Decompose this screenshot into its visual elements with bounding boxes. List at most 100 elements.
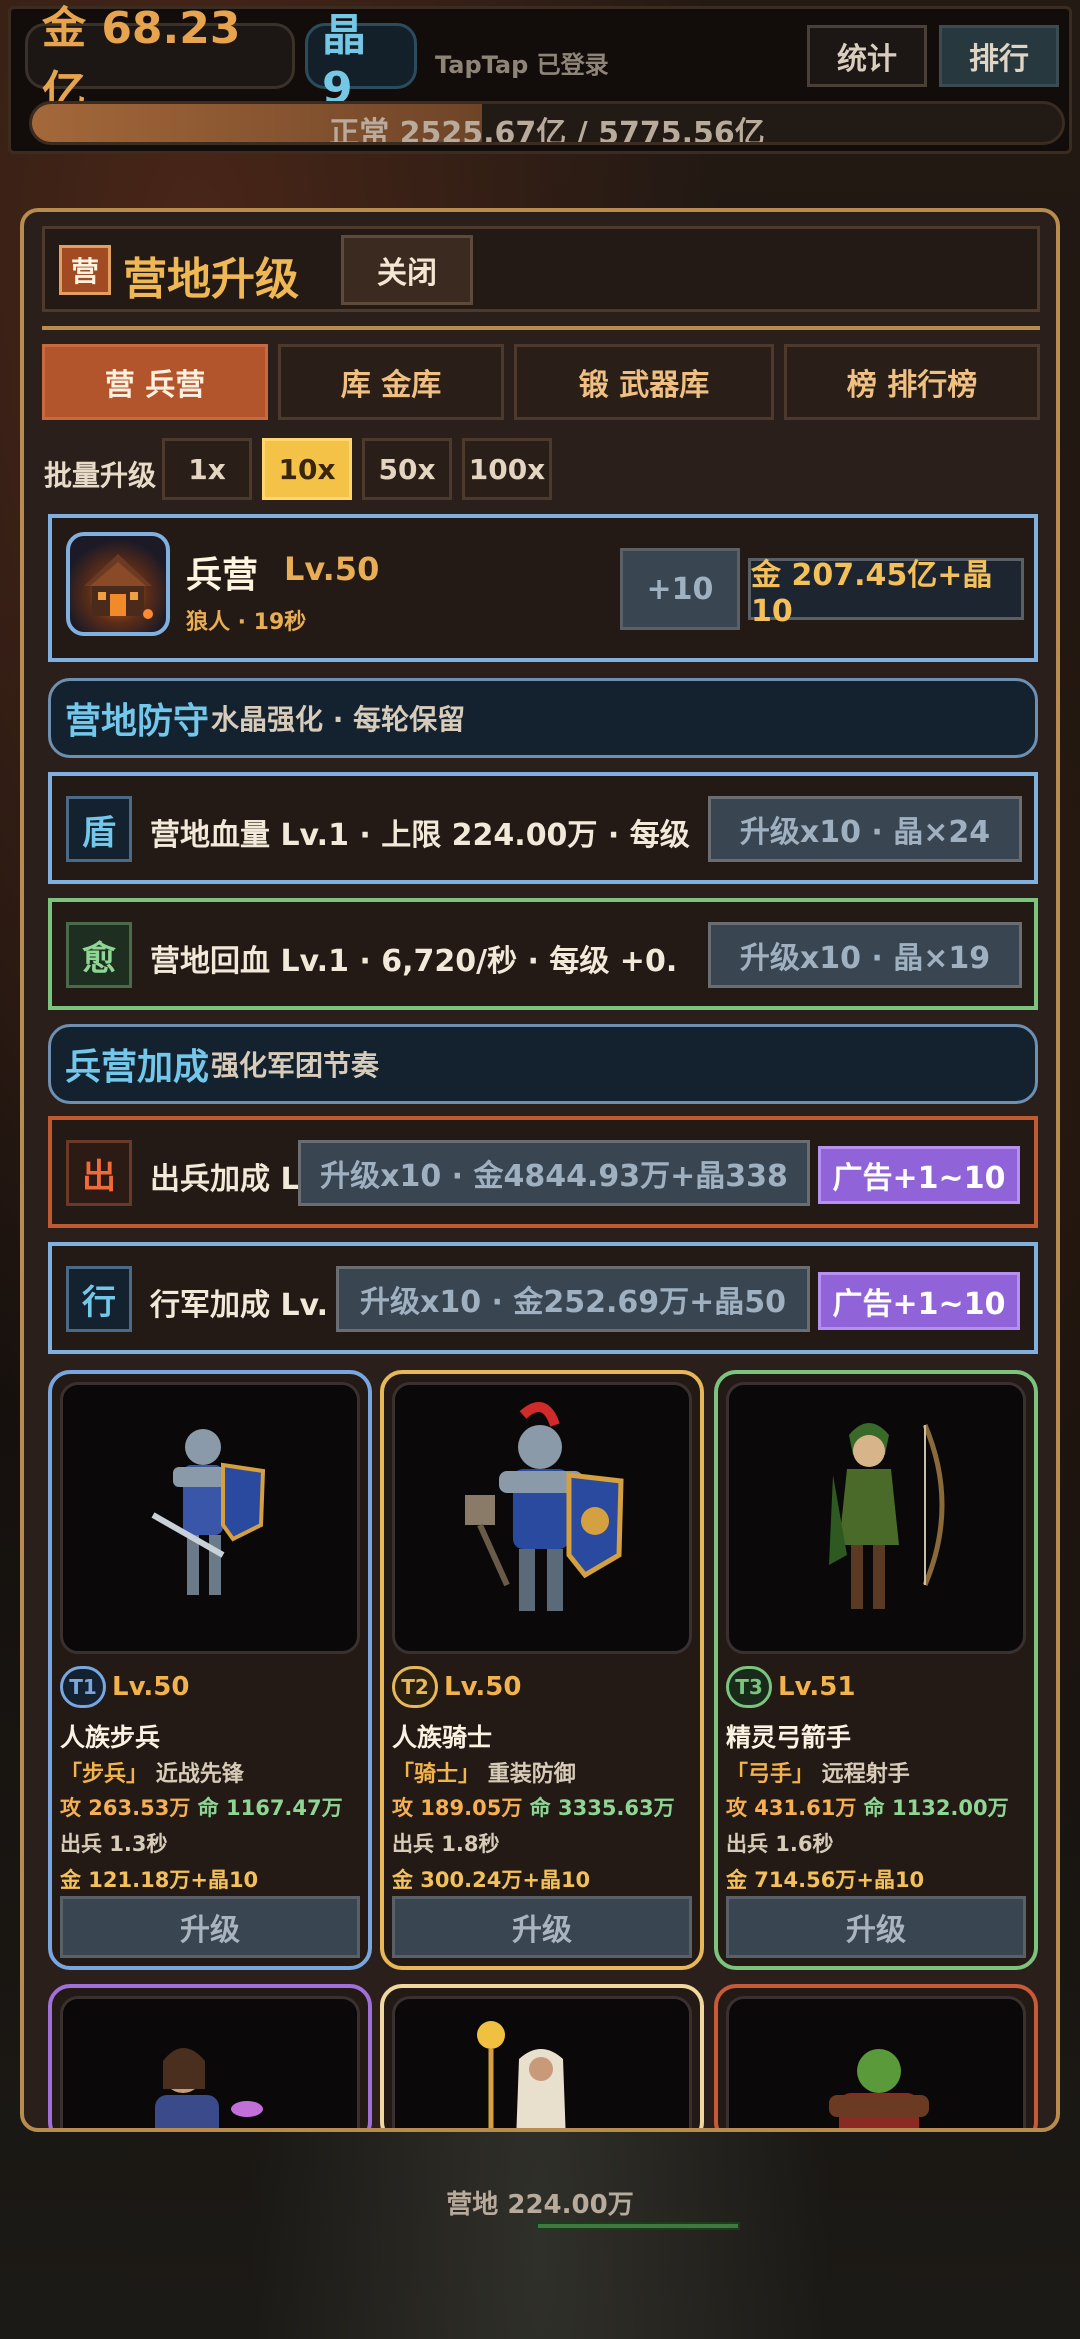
upgrade-cost: 金 714.56万+晶10 [726,1868,925,1892]
attack-stat: 攻 263.53万 [60,1796,191,1820]
row-text: 出兵加成 L [150,1162,300,1197]
deploy-bonus-row: 出 出兵加成 L 升级x10 · 金4844.93万+晶338 广告+1~10 [48,1116,1038,1228]
unit-card-infantry: T1 Lv.50 人族步兵 「步兵」 近战先锋 攻 263.53万 命 1167… [48,1370,372,1970]
unit-card-mage [48,1984,372,2128]
tier-badge: T1 [60,1666,106,1708]
batch-1x-button[interactable]: 1x [162,438,252,500]
barracks-name: 兵营 [186,555,259,596]
top-resource-bar: 金 68.23亿 晶 9 TapTap 已登录 统计 排行 正常 2525.67… [8,3,1072,154]
deploy-time: 出兵 1.3秒 [60,1832,168,1856]
unit-level: Lv.50 [444,1672,522,1702]
heal-icon: 愈 [66,922,132,988]
unit-name: 精灵弓箭手 [726,1723,852,1752]
row-text: 营地回血 Lv.1 · 6,720/秒 · 每级 +0. [150,944,678,979]
upgrade-button[interactable]: 升级 [726,1896,1026,1958]
knight-portrait [392,1382,692,1654]
barracks-bonus-section: 兵营加成 强化军团节奏 [48,1024,1038,1104]
unit-tag: 「骑士」 [392,1762,481,1787]
tab-armory[interactable]: 锻 武器库 [514,344,774,420]
unit-role: 「弓手」 远程射手 [726,1756,910,1788]
hp-stat: 命 3335.63万 [529,1796,675,1820]
hp-upgrade-button[interactable]: 升级x10 · 晶×24 [708,796,1022,862]
unit-stats: 攻 263.53万 命 1167.47万 [60,1792,343,1822]
unit-stats: 攻 189.05万 命 3335.63万 [392,1792,675,1822]
crystal-counter: 晶 9 [305,10,417,114]
section-title: 兵营加成 [65,1047,210,1088]
panel-header: 营 营地升级 关闭 [42,226,1040,312]
tab-treasury[interactable]: 库 金库 [278,344,504,420]
panel-title: 营地升级 [123,254,299,305]
march-ad-button[interactable]: 广告+1~10 [818,1272,1020,1330]
deploy-time: 出兵 1.6秒 [726,1832,834,1856]
unit-level: Lv.51 [778,1672,856,1702]
unit-name: 人族骑士 [392,1723,493,1752]
upgrade-button[interactable]: 升级 [60,1896,360,1958]
archer-portrait [726,1382,1026,1654]
hp-stat: 命 1132.00万 [863,1796,1009,1820]
unit-tag: 「步兵」 [60,1762,149,1787]
row-text: 营地血量 Lv.1 · 上限 224.00万 · 每级 [150,818,690,853]
regen-upgrade-button[interactable]: 升级x10 · 晶×19 [708,922,1022,988]
plus-10-button[interactable]: +10 [620,548,740,630]
tier-badge: T3 [726,1666,772,1708]
section-subtitle: 强化军团节奏 [211,1049,380,1082]
close-button[interactable]: 关闭 [341,235,473,305]
unit-card-priest [380,1984,704,2128]
march-bonus-row: 行 行军加成 Lv. 升级x10 · 金252.69万+晶50 广告+1~10 [48,1242,1038,1354]
tab-leaderboard[interactable]: 榜 排行榜 [784,344,1040,420]
camp-regen-row: 愈 营地回血 Lv.1 · 6,720/秒 · 每级 +0. 升级x10 · 晶… [48,898,1038,1010]
barracks-image [66,532,170,636]
unit-stats: 攻 431.61万 命 1132.00万 [726,1792,1009,1822]
camp-hp-bar [536,2222,740,2230]
unit-name: 人族步兵 [60,1723,161,1752]
deploy-ad-button[interactable]: 广告+1~10 [818,1146,1020,1204]
batch-10x-button[interactable]: 10x [262,438,352,500]
unit-role: 「骑士」 重装防御 [392,1756,576,1788]
orc-portrait [726,1996,1026,2128]
camp-hp-label: 营地 224.00万 [446,2190,634,2220]
batch-50x-button[interactable]: 50x [362,438,452,500]
unit-role-text: 远程射手 [821,1762,910,1787]
barracks-subtitle: 狼人 · 19秒 [186,610,307,635]
barracks-card: 兵营 Lv.50 狼人 · 19秒 +10 金 207.45亿+晶10 [48,514,1038,662]
deploy-upgrade-button[interactable]: 升级x10 · 金4844.93万+晶338 [298,1140,810,1206]
march-upgrade-button[interactable]: 升级x10 · 金252.69万+晶50 [336,1266,810,1332]
unit-role-text: 近战先锋 [155,1762,244,1787]
row-text: 行军加成 Lv. [150,1288,329,1323]
unit-tag: 「弓手」 [726,1762,815,1787]
mage-portrait [60,1996,360,2128]
deploy-icon: 出 [66,1140,132,1206]
progress-text: 正常 2525.67亿 / 5775.56亿 [329,116,765,145]
tab-barracks[interactable]: 营 兵营 [42,344,268,420]
tier-badge: T2 [392,1666,438,1708]
infantry-portrait [60,1382,360,1654]
camp-icon: 营 [59,245,111,295]
rank-button[interactable]: 排行 [939,25,1059,87]
march-icon: 行 [66,1266,132,1332]
shield-icon: 盾 [66,796,132,862]
upgrade-cost: 金 121.18万+晶10 [60,1868,259,1892]
attack-stat: 攻 431.61万 [726,1796,857,1820]
unit-card-orc [714,1984,1038,2128]
section-subtitle: 水晶强化 · 每轮保留 [211,703,466,736]
unit-role: 「步兵」 近战先锋 [60,1756,244,1788]
stats-button[interactable]: 统计 [807,25,927,87]
hp-stat: 命 1167.47万 [197,1796,343,1820]
camp-defense-section: 营地防守 水晶强化 · 每轮保留 [48,678,1038,758]
header-divider [42,326,1040,330]
unit-role-text: 重装防御 [487,1762,576,1787]
barracks-upgrade-cost-button[interactable]: 金 207.45亿+晶10 [748,558,1024,629]
batch-upgrade-label: 批量升级 [44,459,157,492]
barracks-level: Lv.50 [284,550,380,588]
deploy-time: 出兵 1.8秒 [392,1832,500,1856]
camp-hp-row: 盾 营地血量 Lv.1 · 上限 224.00万 · 每级 升级x10 · 晶×… [48,772,1038,884]
gold-counter: 金 68.23亿 [25,3,295,118]
login-status: TapTap 已登录 [435,51,609,79]
upgrade-cost: 金 300.24万+晶10 [392,1868,591,1892]
attack-stat: 攻 189.05万 [392,1796,523,1820]
unit-level: Lv.50 [112,1672,190,1702]
batch-100x-button[interactable]: 100x [462,438,552,500]
upgrade-button[interactable]: 升级 [392,1896,692,1958]
priest-portrait [392,1996,692,2128]
unit-card-knight: T2 Lv.50 人族骑士 「骑士」 重装防御 攻 189.05万 命 3335… [380,1370,704,1970]
